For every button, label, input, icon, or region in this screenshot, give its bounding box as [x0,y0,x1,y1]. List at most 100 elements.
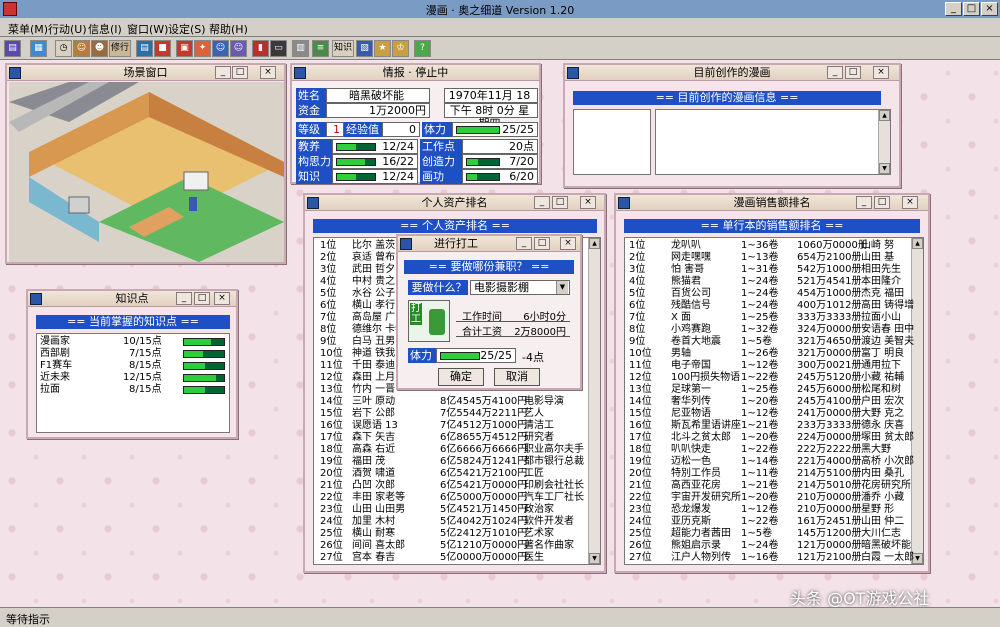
table-row[interactable]: 16位 误愿语 13 7亿4512万1000円 清洁工 [314,420,600,432]
current-work-titlebar[interactable]: 目前创作的漫画 _ □ × [565,65,899,81]
table-row[interactable]: 23位 恐龙爆发 1~12卷 210万0000册 星野 形 [625,504,923,516]
person2-icon[interactable]: ☺ [212,40,229,57]
help-icon[interactable]: ? [414,40,431,57]
job-close-button[interactable]: × [560,237,576,250]
job-minimize-button[interactable]: _ [516,237,532,250]
assets-minimize-button[interactable]: _ [534,196,550,209]
scroll-down-icon[interactable]: ▼ [879,163,890,174]
table-row[interactable]: 11位 电子帝国 1~12卷 300万0021册 通用拉下 [625,360,923,372]
table-row[interactable]: 5位 百货公司 1~24卷 454万1000册 杰克 福田 [625,288,923,300]
table-row[interactable]: 7位 X 面 1~25卷 333万3333册 拉面小山 [625,312,923,324]
clock-icon[interactable]: ◷ [55,40,72,57]
knowledge-icon[interactable]: 知识 [332,40,354,57]
person3-icon[interactable]: ☺ [230,40,247,57]
table-row[interactable]: 19位 迈松一色 1~14卷 221万4000册 高桥 小次郎 [625,456,923,468]
job-maximize-button[interactable]: □ [534,237,550,250]
crown-icon[interactable]: ♔ [392,40,409,57]
table-row[interactable]: 15位 尼亚物语 1~12卷 241万0000册 大野 克之 [625,408,923,420]
table-row[interactable]: 6位 残酷信号 1~24卷 400万1012册 高田 铸得增 [625,300,923,312]
table-row[interactable]: 15位 岩下 公郎 7亿5544万2211円 艺人 [314,408,600,420]
menu-action[interactable]: 行动(U) [48,21,87,37]
current-work-maximize-button[interactable]: □ [845,66,861,79]
menu-main[interactable]: 菜单(M) [8,21,48,37]
red-book-icon[interactable]: ▮ [252,40,269,57]
chart-icon[interactable]: ▥ [292,40,309,57]
table-row[interactable]: 23位 山田 山田男 5亿4521万1450円 政治家 [314,504,600,516]
menu-help[interactable]: 帮助(H) [209,21,248,37]
table-row[interactable]: 20位 酒贺 啸道 6亿5421万2100円 工匠 [314,468,600,480]
knowledge-maximize-button[interactable]: □ [194,292,210,305]
knowledge-close-button[interactable]: × [214,292,230,305]
table-row[interactable]: 2位 网走嘿嘿 1~13卷 654万2100册 山田 基 [625,252,923,264]
table-row[interactable]: 21位 高西亚花房 1~21卷 214万5010册 花房研究所 [625,480,923,492]
scroll-up-icon[interactable]: ▲ [879,110,890,121]
current-work-close-button[interactable]: × [873,66,889,79]
close-button[interactable]: × [981,2,998,16]
info-window-titlebar[interactable]: 情报 · 停止中 [292,65,539,81]
list-item[interactable]: F1赛车 8/15点 [37,360,229,372]
job-dialog-titlebar[interactable]: 进行打工 _ □ × [398,236,580,252]
knowledge-titlebar[interactable]: 知识点 _ □ × [28,291,236,307]
chevron-down-icon[interactable]: ▼ [556,281,568,294]
knowledge-minimize-button[interactable]: _ [176,292,192,305]
cancel-button[interactable]: 取消 [494,368,540,386]
table-row[interactable]: 4位 熊猫君 1~24卷 521万4541册 本田隆介 [625,276,923,288]
list-item[interactable]: 近未来 12/15点 [37,372,229,384]
star-icon[interactable]: ★ [374,40,391,57]
menu-info[interactable]: 信息(I) [88,21,122,37]
sales-close-button[interactable]: × [902,196,918,209]
assets-close-button[interactable]: × [580,196,596,209]
tv-icon[interactable]: ▭ [270,40,287,57]
table-row[interactable]: 24位 亚历克斯 1~22卷 161万2451册 山田 仲二 [625,516,923,528]
table-row[interactable]: 19位 福田 茂 6亿5824万1241円 都市银行总裁 [314,456,600,468]
maximize-button[interactable]: □ [963,2,980,16]
table-row[interactable]: 9位 卷首大地震 1~5卷 321万4650册 渡边 美智夫 [625,336,923,348]
scene-maximize-button[interactable]: □ [232,66,248,79]
table-row[interactable]: 22位 宇宙开发研究所 1~20卷 210万0000册 潘乔 小藏 [625,492,923,504]
sales-titlebar[interactable]: 漫画销售额排名 _ □ × [616,195,928,211]
book-icon[interactable]: ▤ [136,40,153,57]
table-row[interactable]: 3位 怕 害哥 1~31卷 542万1000册 相田先生 [625,264,923,276]
scene-window-titlebar[interactable]: 场景窗口 _ □ × [7,65,284,81]
ranking-icon[interactable]: ≡ [312,40,329,57]
table-row[interactable]: 8位 小鸡赛跑 1~32卷 324万0000册 安语春 田中 [625,324,923,336]
table-row[interactable]: 18位 叭叭快走 1~22卷 222万2222册 黑大野 [625,444,923,456]
table-row[interactable]: 21位 凸凹 次郎 6亿5421万0000円 印刷会社社长 [314,480,600,492]
gift-icon[interactable]: ✦ [194,40,211,57]
menu-window[interactable]: 窗口(W) [127,21,168,37]
table-row[interactable]: 25位 超能力者茜田 1~5卷 145万1200册 大川仁志 [625,528,923,540]
table-row[interactable]: 10位 男轴 1~26卷 321万0000册 富丁 明良 [625,348,923,360]
table-row[interactable]: 26位 熊姐启示录 1~24卷 121万0000册 暗黑破坏能 [625,540,923,552]
people-icon[interactable]: ☻ [91,40,108,57]
job-select[interactable]: 电影摄影棚 ▼ [470,280,570,295]
person-icon[interactable]: ☺ [73,40,90,57]
training-icon[interactable]: 修行 [109,40,131,57]
calendar-icon[interactable]: ▦ [30,40,47,57]
scrollbar[interactable]: ▲ ▼ [878,110,890,174]
table-row[interactable]: 1位 龙叭叭 1~36卷 1060万0000册 山崎 努 [625,240,923,252]
scene-minimize-button[interactable]: _ [215,66,231,79]
table-row[interactable]: 14位 奢华列传 1~20卷 245万4100册 户田 宏次 [625,396,923,408]
table-row[interactable]: 27位 宫本 春吉 5亿0000万0000円 医生 [314,552,600,564]
table-row[interactable]: 26位 间间 喜太郎 5亿1210万0000円 著名作曲家 [314,540,600,552]
table-row[interactable]: 22位 丰田 家老等 6亿5000万0000円 汽车工厂社长 [314,492,600,504]
table-row[interactable]: 27位 江户人物列传 1~16卷 121万2100册 白霞 一太郎 [625,552,923,564]
table-row[interactable]: 17位 北斗之贫太郎 1~20卷 224万0000册 塚田 贫太郎 [625,432,923,444]
list-item[interactable]: 漫画家 10/15点 [37,336,229,348]
manga-icon[interactable]: ▣ [176,40,193,57]
table-row[interactable]: 25位 横山 耐寒 5亿2412万1010円 艺术家 [314,528,600,540]
table-row[interactable]: 16位 斯瓦希里语讲座 1~21卷 233万3333册 德永 庆喜 [625,420,923,432]
table-row[interactable]: 24位 加里 木村 5亿4042万1024円 软件开发者 [314,516,600,528]
table-row[interactable]: 20位 特別工作员 1~11卷 214万5100册 内田 桑孔 [625,468,923,480]
list-item[interactable]: 西部剧 7/15点 [37,348,229,360]
table-row[interactable]: 18位 高森 右近 6亿6666万6666円 职业高尔夫手 [314,444,600,456]
table-row[interactable]: 14位 三叶 原动 8亿4545万4100円 电影导演 [314,396,600,408]
ok-button[interactable]: 确定 [438,368,484,386]
list-item[interactable]: 拉面 8/15点 [37,384,229,396]
minimize-button[interactable]: _ [945,2,962,16]
table-row[interactable]: 12位 100円损失物语 1~22卷 245万5120册 小藏 祐輔 [625,372,923,384]
assets-titlebar[interactable]: 个人资产排名 _ □ × [305,195,604,211]
chart2-icon[interactable]: ▧ [356,40,373,57]
assets-maximize-button[interactable]: □ [552,196,568,209]
menu-icon[interactable]: ▤ [4,40,21,57]
